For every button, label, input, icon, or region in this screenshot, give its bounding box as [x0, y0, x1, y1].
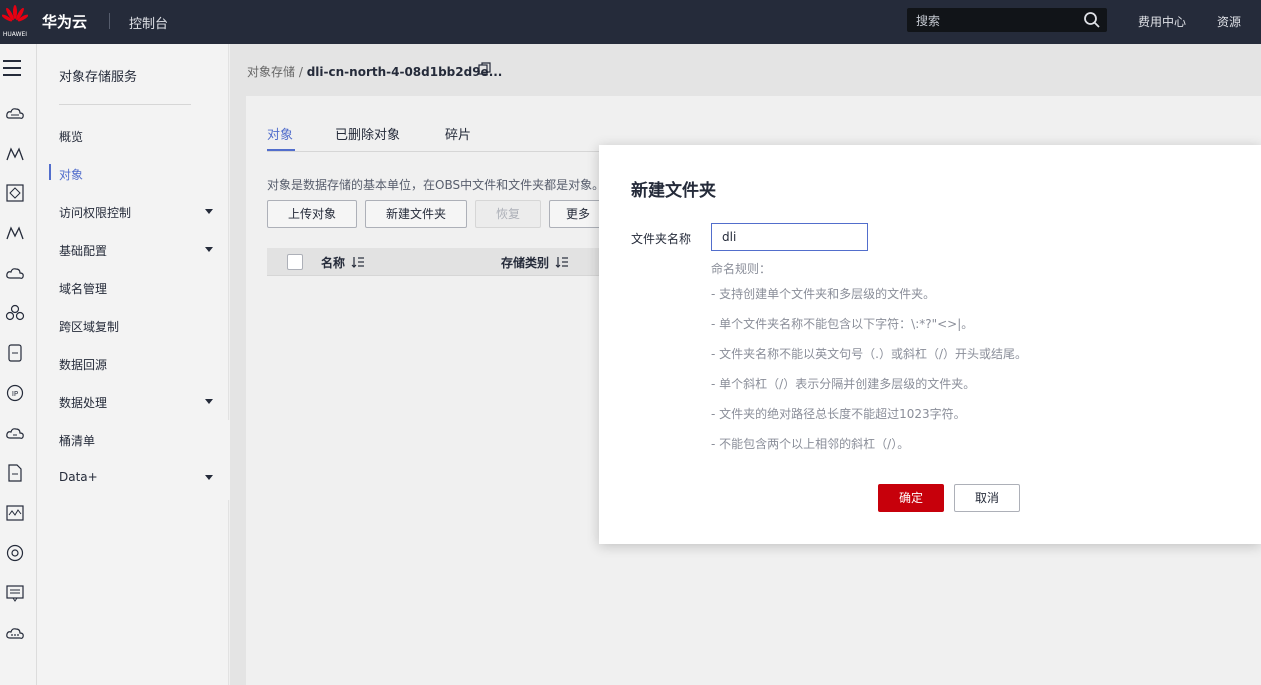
- upload-object-button[interactable]: 上传对象: [267, 200, 357, 228]
- menu-icon[interactable]: [3, 60, 21, 81]
- tab-objects[interactable]: 对象: [267, 124, 293, 143]
- chevron-down-icon[interactable]: [205, 247, 213, 252]
- sidebar-item-objects[interactable]: 对象: [59, 166, 219, 183]
- sidebar-item-data-plus[interactable]: Data+: [59, 470, 219, 484]
- more-icon[interactable]: [5, 623, 25, 643]
- chevron-down-icon[interactable]: [205, 475, 213, 480]
- naming-rule: - 不能包含两个以上相邻的斜杠（/）。: [711, 437, 910, 451]
- document-icon[interactable]: [5, 463, 25, 483]
- naming-rule: - 文件夹的绝对路径总长度不能超过1023字符。: [711, 407, 966, 421]
- folder-name-input[interactable]: [711, 223, 868, 251]
- chevron-down-icon[interactable]: [205, 209, 213, 214]
- active-indicator: [49, 164, 51, 180]
- new-folder-button[interactable]: 新建文件夹: [365, 200, 467, 228]
- message-icon[interactable]: [5, 583, 25, 603]
- naming-rule: - 单个斜杠（/）表示分隔并创建多层级的文件夹。: [711, 377, 976, 391]
- tab-divider: [267, 151, 607, 152]
- top-bar: HUAWEI 华为云 控制台 搜索 费用中心 资源: [0, 0, 1261, 44]
- column-storage-class[interactable]: 存储类别: [501, 254, 549, 271]
- search-input[interactable]: 搜索: [916, 12, 940, 29]
- mountain-icon[interactable]: [5, 144, 25, 164]
- copy-icon[interactable]: [478, 62, 491, 75]
- tab-deleted-objects[interactable]: 已删除对象: [335, 124, 400, 143]
- sidebar-item-cross-region-replication[interactable]: 跨区域复制: [59, 318, 219, 335]
- naming-rule: - 单个文件夹名称不能包含以下字符：\:*?"<>|。: [711, 317, 974, 331]
- breadcrumb-separator: /: [298, 65, 303, 79]
- sidebar-title: 对象存储服务: [59, 70, 138, 85]
- huawei-flower-icon: [2, 5, 28, 22]
- settings-icon[interactable]: [5, 543, 25, 563]
- sidebar-divider: [59, 104, 191, 105]
- sort-icon[interactable]: [555, 256, 569, 268]
- svg-text:IP: IP: [12, 390, 18, 398]
- search-icon[interactable]: [1083, 11, 1101, 29]
- confirm-button[interactable]: 确定: [878, 484, 944, 512]
- cancel-button[interactable]: 取消: [954, 484, 1020, 512]
- console-link[interactable]: 控制台: [129, 13, 168, 32]
- select-all-checkbox[interactable]: [287, 254, 303, 270]
- cloud-icon[interactable]: [5, 263, 25, 283]
- sort-icon[interactable]: [351, 256, 365, 268]
- chevron-down-icon[interactable]: [205, 399, 213, 404]
- naming-rules-heading: 命名规则：: [711, 262, 772, 276]
- sidebar-item-access-control[interactable]: 访问权限控制: [59, 204, 219, 221]
- billing-center-link[interactable]: 费用中心: [1138, 13, 1186, 30]
- cluster-icon[interactable]: [5, 303, 25, 323]
- topbar-divider: [109, 13, 110, 29]
- search-box[interactable]: 搜索: [907, 8, 1107, 32]
- sidebar-item-overview[interactable]: 概览: [59, 128, 219, 145]
- objects-description: 对象是数据存储的基本单位，在OBS中文件和文件夹都是对象。: [267, 178, 605, 192]
- monitor-icon[interactable]: [5, 503, 25, 523]
- logo-text: HUAWEI: [2, 31, 28, 38]
- sidebar-item-back-to-source[interactable]: 数据回源: [59, 356, 219, 373]
- table-header: 名称 存储类别: [267, 248, 607, 276]
- mountain-icon[interactable]: [5, 223, 25, 243]
- breadcrumb-parent[interactable]: 对象存储: [247, 65, 295, 79]
- cloud-icon[interactable]: [5, 423, 25, 443]
- sidebar-item-basic-config[interactable]: 基础配置: [59, 242, 219, 259]
- breadcrumb-current: dli-cn-north-4-08d1bb2d9e...: [306, 65, 503, 79]
- service-icon-rail: IP: [0, 44, 37, 685]
- restore-button[interactable]: 恢复: [475, 200, 541, 228]
- huawei-logo[interactable]: HUAWEI: [0, 4, 30, 40]
- dialog-title: 新建文件夹: [631, 181, 716, 201]
- ip-icon[interactable]: IP: [5, 383, 25, 403]
- breadcrumb: 对象存储 / dli-cn-north-4-08d1bb2d9e...: [247, 63, 502, 80]
- naming-rule: - 文件夹名称不能以英文句号（.）或斜杠（/）开头或结尾。: [711, 347, 1028, 361]
- sidebar: 对象存储服务 概览 对象 访问权限控制 基础配置 域名管理 跨区域复制 数据回源…: [37, 44, 229, 685]
- sidebar-item-data-processing[interactable]: 数据处理: [59, 394, 219, 411]
- new-folder-dialog: 新建文件夹 文件夹名称 命名规则： - 支持创建单个文件夹和多层级的文件夹。 -…: [599, 145, 1261, 544]
- sidebar-item-inventory[interactable]: 桶清单: [59, 432, 219, 449]
- tab-fragments[interactable]: 碎片: [445, 124, 471, 143]
- sidebar-item-domain-management[interactable]: 域名管理: [59, 280, 219, 297]
- column-name[interactable]: 名称: [321, 254, 345, 271]
- naming-rule: - 支持创建单个文件夹和多层级的文件夹。: [711, 287, 936, 301]
- brand-name[interactable]: 华为云: [42, 11, 87, 32]
- resources-link[interactable]: 资源: [1217, 13, 1241, 30]
- security-icon[interactable]: [5, 183, 25, 203]
- folder-name-label: 文件夹名称: [631, 232, 692, 246]
- cloud-server-icon[interactable]: [5, 104, 25, 124]
- active-tab-indicator: [267, 149, 295, 151]
- storage-icon[interactable]: [5, 343, 25, 363]
